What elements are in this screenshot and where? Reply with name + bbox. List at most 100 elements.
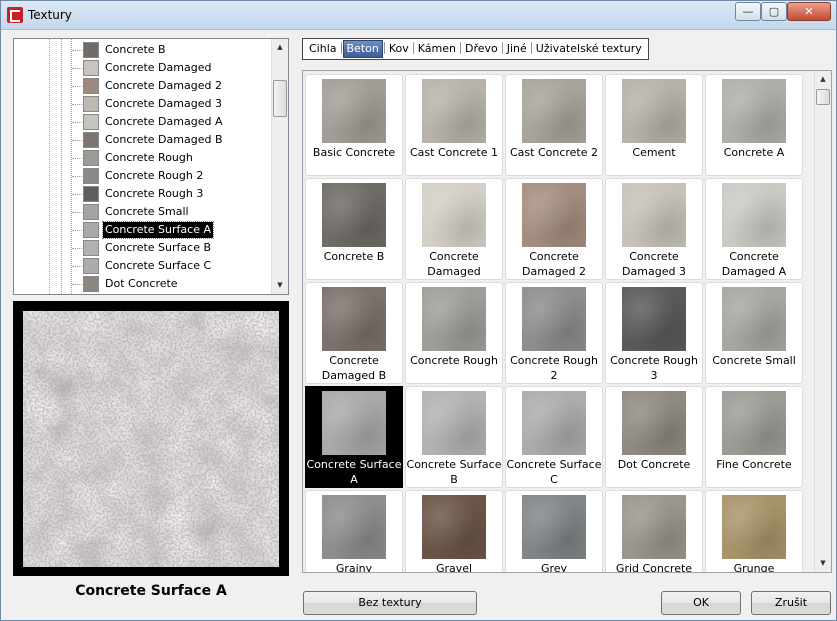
tab-separator xyxy=(530,42,532,54)
grid-scrollbar[interactable]: ▲ ▼ xyxy=(814,71,831,572)
tree-connector xyxy=(72,230,82,231)
tree-item[interactable]: Concrete B xyxy=(14,41,272,59)
tree-connector xyxy=(72,284,82,285)
texture-grid[interactable]: Basic Concrete Cast Concrete 1 Cast Concre… xyxy=(302,70,832,573)
texture-tile-label: Concrete Damaged xyxy=(427,250,481,278)
texture-thumbnail xyxy=(722,287,786,351)
tree-item[interactable]: Concrete Surface A xyxy=(14,221,272,239)
texture-tile[interactable]: Concrete Surface A xyxy=(305,386,403,488)
texture-thumbnail xyxy=(322,183,386,247)
texture-tile[interactable]: Dot Concrete xyxy=(605,386,703,488)
tree-item[interactable]: Concrete Rough 3 xyxy=(14,185,272,203)
tab-separator xyxy=(412,42,414,54)
cancel-button[interactable]: Zrušit xyxy=(751,591,831,615)
texture-tile[interactable]: Concrete Damaged 2 xyxy=(505,178,603,280)
scroll-thumb[interactable] xyxy=(273,80,287,117)
title-bar[interactable]: Textury — ▢ ✕ xyxy=(1,1,836,30)
texture-tile[interactable]: Fine Concrete xyxy=(705,386,803,488)
tree-connector xyxy=(72,194,82,195)
texture-thumbnail xyxy=(83,222,99,238)
tree-item[interactable]: Dot Concrete xyxy=(14,275,272,293)
tree-item[interactable]: Concrete Damaged A xyxy=(14,113,272,131)
texture-tile-label: Cast Concrete 1 xyxy=(409,146,499,159)
texture-tile[interactable]: Cast Concrete 2 xyxy=(505,74,603,176)
texture-tile-label: Concrete Surface A xyxy=(306,458,402,486)
tab-separator xyxy=(340,42,342,54)
tree-connector xyxy=(72,104,82,105)
tab-category[interactable]: Jiné xyxy=(504,40,530,58)
texture-tile-label: Grunge xyxy=(733,562,775,572)
texture-tile-label: Concrete B xyxy=(323,250,385,263)
tab-category[interactable]: Beton xyxy=(342,40,383,58)
texture-thumbnail xyxy=(622,79,686,143)
texture-tile[interactable]: Concrete Damaged A xyxy=(705,178,803,280)
maximize-button[interactable]: ▢ xyxy=(761,2,787,21)
texture-tile[interactable]: Concrete Rough xyxy=(405,282,503,384)
texture-tile[interactable]: Grunge xyxy=(705,490,803,572)
texture-tile-label: Concrete Rough 3 xyxy=(610,354,698,382)
ok-button[interactable]: OK xyxy=(661,591,741,615)
tree-item[interactable]: Concrete Rough xyxy=(14,149,272,167)
tree-item-label: Concrete Surface C xyxy=(105,259,212,272)
tree-item[interactable]: Concrete Damaged 2 xyxy=(14,77,272,95)
texture-tile[interactable]: Concrete Surface B xyxy=(405,386,503,488)
tree-connector xyxy=(72,158,82,159)
tree-scrollbar[interactable]: ▲ ▼ xyxy=(271,39,288,294)
texture-thumbnail xyxy=(422,287,486,351)
texture-tile-label: Grey xyxy=(540,562,568,572)
texture-thumbnail xyxy=(722,391,786,455)
texture-tile-label: Concrete Damaged 2 xyxy=(522,250,586,278)
tree-item[interactable]: Concrete Damaged B xyxy=(14,131,272,149)
tree-item-label: Concrete Damaged A xyxy=(105,115,223,128)
tree-item[interactable]: Concrete Damaged 3 xyxy=(14,95,272,113)
texture-tile[interactable]: Gravel xyxy=(405,490,503,572)
texture-tile[interactable]: Grid Concrete xyxy=(605,490,703,572)
texture-tile[interactable]: Concrete Rough 3 xyxy=(605,282,703,384)
tree-item-label: Concrete Damaged 3 xyxy=(105,97,222,110)
close-button[interactable]: ✕ xyxy=(787,2,831,21)
texture-tile[interactable]: Cement xyxy=(605,74,703,176)
texture-tile[interactable]: Concrete Damaged B xyxy=(305,282,403,384)
texture-tile[interactable]: Grainy xyxy=(305,490,403,572)
texture-tile[interactable]: Concrete Small xyxy=(705,282,803,384)
texture-tile[interactable]: Concrete Rough 2 xyxy=(505,282,603,384)
texture-thumbnail xyxy=(522,183,586,247)
tree-item-label: Concrete Rough 3 xyxy=(105,187,204,200)
no-texture-button[interactable]: Bez textury xyxy=(303,591,477,615)
scroll-up-arrow-icon[interactable]: ▲ xyxy=(272,39,288,56)
tree-item-label: Concrete Small xyxy=(105,205,189,218)
tree-item[interactable]: Concrete Rough 2 xyxy=(14,167,272,185)
texture-tile[interactable]: Concrete A xyxy=(705,74,803,176)
scroll-down-arrow-icon[interactable]: ▼ xyxy=(272,277,288,294)
texture-tile-label: Cement xyxy=(632,146,676,159)
texture-tile-label: Dot Concrete xyxy=(617,458,691,471)
minimize-button[interactable]: — xyxy=(735,2,761,21)
tree-item[interactable]: Concrete Surface C xyxy=(14,257,272,275)
tab-category[interactable]: Kov xyxy=(386,40,412,58)
texture-thumbnail xyxy=(522,495,586,559)
tree-item[interactable]: Concrete Surface B xyxy=(14,239,272,257)
texture-tile[interactable]: Concrete Damaged 3 xyxy=(605,178,703,280)
texture-thumbnail xyxy=(83,150,99,166)
tree-item[interactable]: Concrete Damaged xyxy=(14,59,272,77)
texture-tile[interactable]: Concrete Damaged xyxy=(405,178,503,280)
scroll-thumb[interactable] xyxy=(816,89,830,105)
texture-tile[interactable]: Grey xyxy=(505,490,603,572)
texture-thumbnail xyxy=(422,495,486,559)
texture-thumbnail xyxy=(322,287,386,351)
texture-tile-label: Concrete Rough 2 xyxy=(510,354,598,382)
texture-tile[interactable]: Concrete Surface C xyxy=(505,386,603,488)
texture-tree[interactable]: Concrete B Concrete Damaged Concrete Damag… xyxy=(13,38,289,295)
texture-tile[interactable]: Cast Concrete 1 xyxy=(405,74,503,176)
texture-thumbnail xyxy=(522,287,586,351)
tab-category[interactable]: Kámen xyxy=(415,40,459,58)
tab-category[interactable]: Uživatelské textury xyxy=(533,40,645,58)
tab-category[interactable]: Cihla xyxy=(306,40,340,58)
texture-tile[interactable]: Basic Concrete xyxy=(305,74,403,176)
tab-category[interactable]: Dřevo xyxy=(462,40,501,58)
scroll-down-arrow-icon[interactable]: ▼ xyxy=(815,555,831,572)
tree-item[interactable]: Concrete Small xyxy=(14,203,272,221)
textures-dialog: Textury — ▢ ✕ Concrete B Concrete Damaged… xyxy=(0,0,837,621)
scroll-up-arrow-icon[interactable]: ▲ xyxy=(815,71,831,88)
texture-tile[interactable]: Concrete B xyxy=(305,178,403,280)
